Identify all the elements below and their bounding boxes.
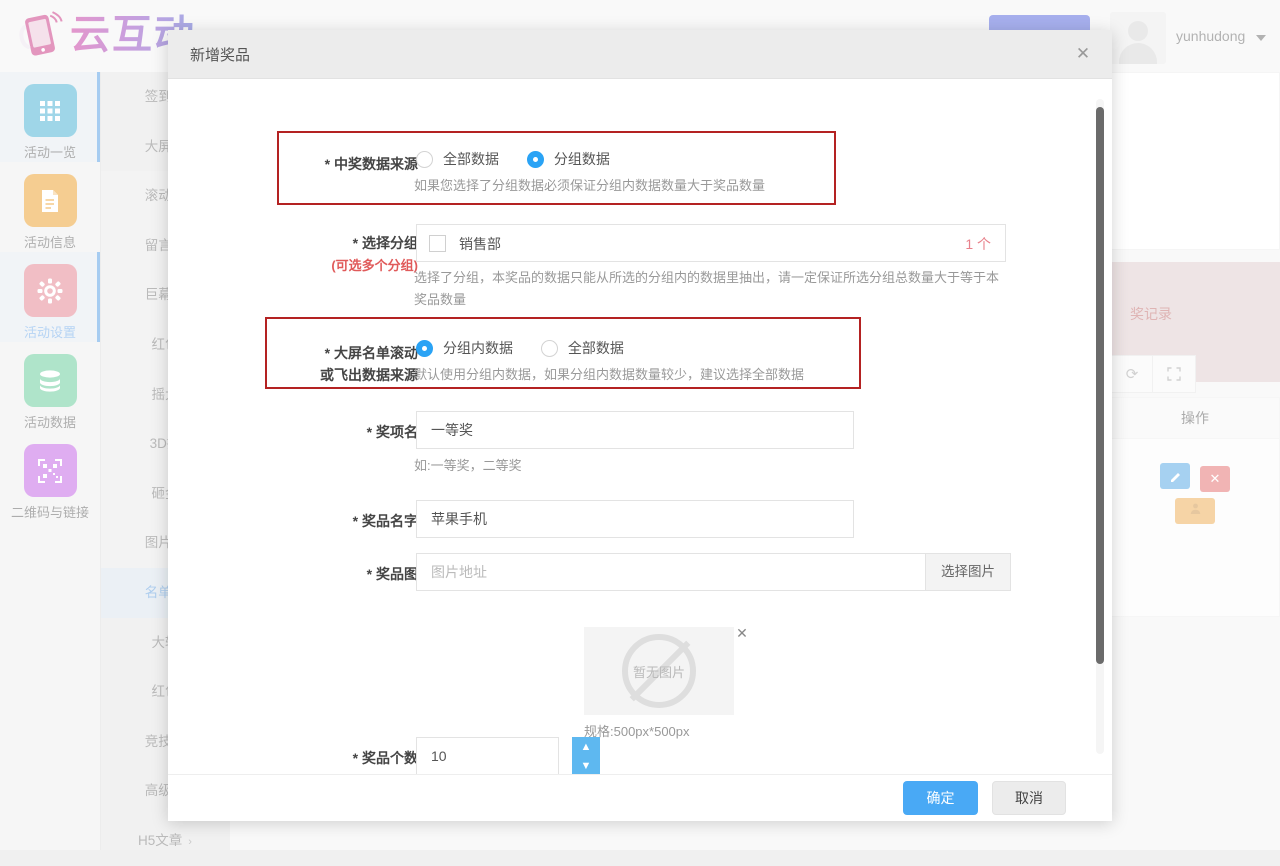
radio-label: 全部数据 [443,149,499,169]
radio-label: 全部数据 [568,338,624,358]
prize-image-label: * 奖品图 [308,564,418,584]
screen-source-label-line1: * 大屏名单滚动 [278,343,418,363]
radio-all-data[interactable]: 全部数据 [416,149,499,169]
award-name-helper: 如:一等奖，二等奖 [414,455,522,477]
prize-count-label: * 奖品个数 [308,748,418,768]
radio-dot-icon [416,340,433,357]
award-name-input[interactable]: 一等奖 [416,411,854,449]
prize-image-thumbnail[interactable]: 暂无图片 [584,627,734,715]
prize-count-input[interactable]: 10 [416,737,559,774]
no-image-icon: 暂无图片 [622,634,696,708]
screen-source-radio-group: 分组内数据 全部数据 [416,338,634,360]
group-label: * 选择分组 [308,233,418,253]
radio-label: 分组数据 [554,149,610,169]
pick-image-button[interactable]: 选择图片 [926,553,1011,591]
screen-source-label-line2: 或飞出数据来源 [278,365,418,385]
group-checkbox[interactable] [429,235,446,252]
radio-dot-icon [541,340,558,357]
group-helper: 选择了分组，本奖品的数据只能从所选的分组内的数据里抽出，请一定保证所选分组总数量… [414,267,1009,311]
radio-screen-all-data[interactable]: 全部数据 [541,338,624,358]
no-image-text: 暂无图片 [622,662,696,681]
radio-label: 分组内数据 [443,338,513,358]
prize-image-input[interactable]: 图片地址 [416,553,926,591]
prize-name-label: * 奖品名字 [308,511,418,531]
prize-count-stepper: ▲ ▼ [572,737,600,774]
radio-group-internal-data[interactable]: 分组内数据 [416,338,513,358]
source-radio-group: 全部数据 分组数据 [416,149,620,171]
chevron-down-icon[interactable]: ▼ [572,756,600,774]
group-checkbox-label: 销售部 [459,234,501,254]
confirm-button[interactable]: 确定 [903,781,978,815]
source-label: * 中奖数据来源 [288,154,418,174]
add-prize-dialog: 新增奖品 ✕ * 中奖数据来源 全部数据 分组数据 如果您选择了分组数据必须保证… [168,30,1112,820]
remove-x-icon[interactable]: ✕ [734,625,750,641]
dialog-scrollbar-thumb[interactable] [1096,107,1104,664]
group-sublabel: (可选多个分组) [286,255,418,274]
radio-dot-icon [416,151,433,168]
radio-dot-icon [527,151,544,168]
close-icon[interactable]: ✕ [1072,43,1094,65]
dialog-body: * 中奖数据来源 全部数据 分组数据 如果您选择了分组数据必须保证分组内数据数量… [168,79,1112,774]
group-count-badge: 1 个 [965,234,991,254]
award-name-label: * 奖项名 [308,422,418,442]
chevron-up-icon[interactable]: ▲ [572,737,600,756]
dialog-footer: 确定 取消 [168,774,1112,821]
dialog-title: 新增奖品 [190,44,250,65]
cancel-button[interactable]: 取消 [992,781,1066,815]
radio-group-data[interactable]: 分组数据 [527,149,610,169]
screen-source-helper: 默认使用分组内数据，如果分组内数据数量较少，建议选择全部数据 [414,364,1014,386]
group-select-box[interactable]: 销售部 1 个 [416,224,1006,262]
prize-name-input[interactable]: 苹果手机 [416,500,854,538]
prize-image-placeholder: 图片地址 [431,564,487,580]
source-helper: 如果您选择了分组数据必须保证分组内数据数量大于奖品数量 [414,175,934,197]
dialog-header: 新增奖品 ✕ [168,30,1112,79]
